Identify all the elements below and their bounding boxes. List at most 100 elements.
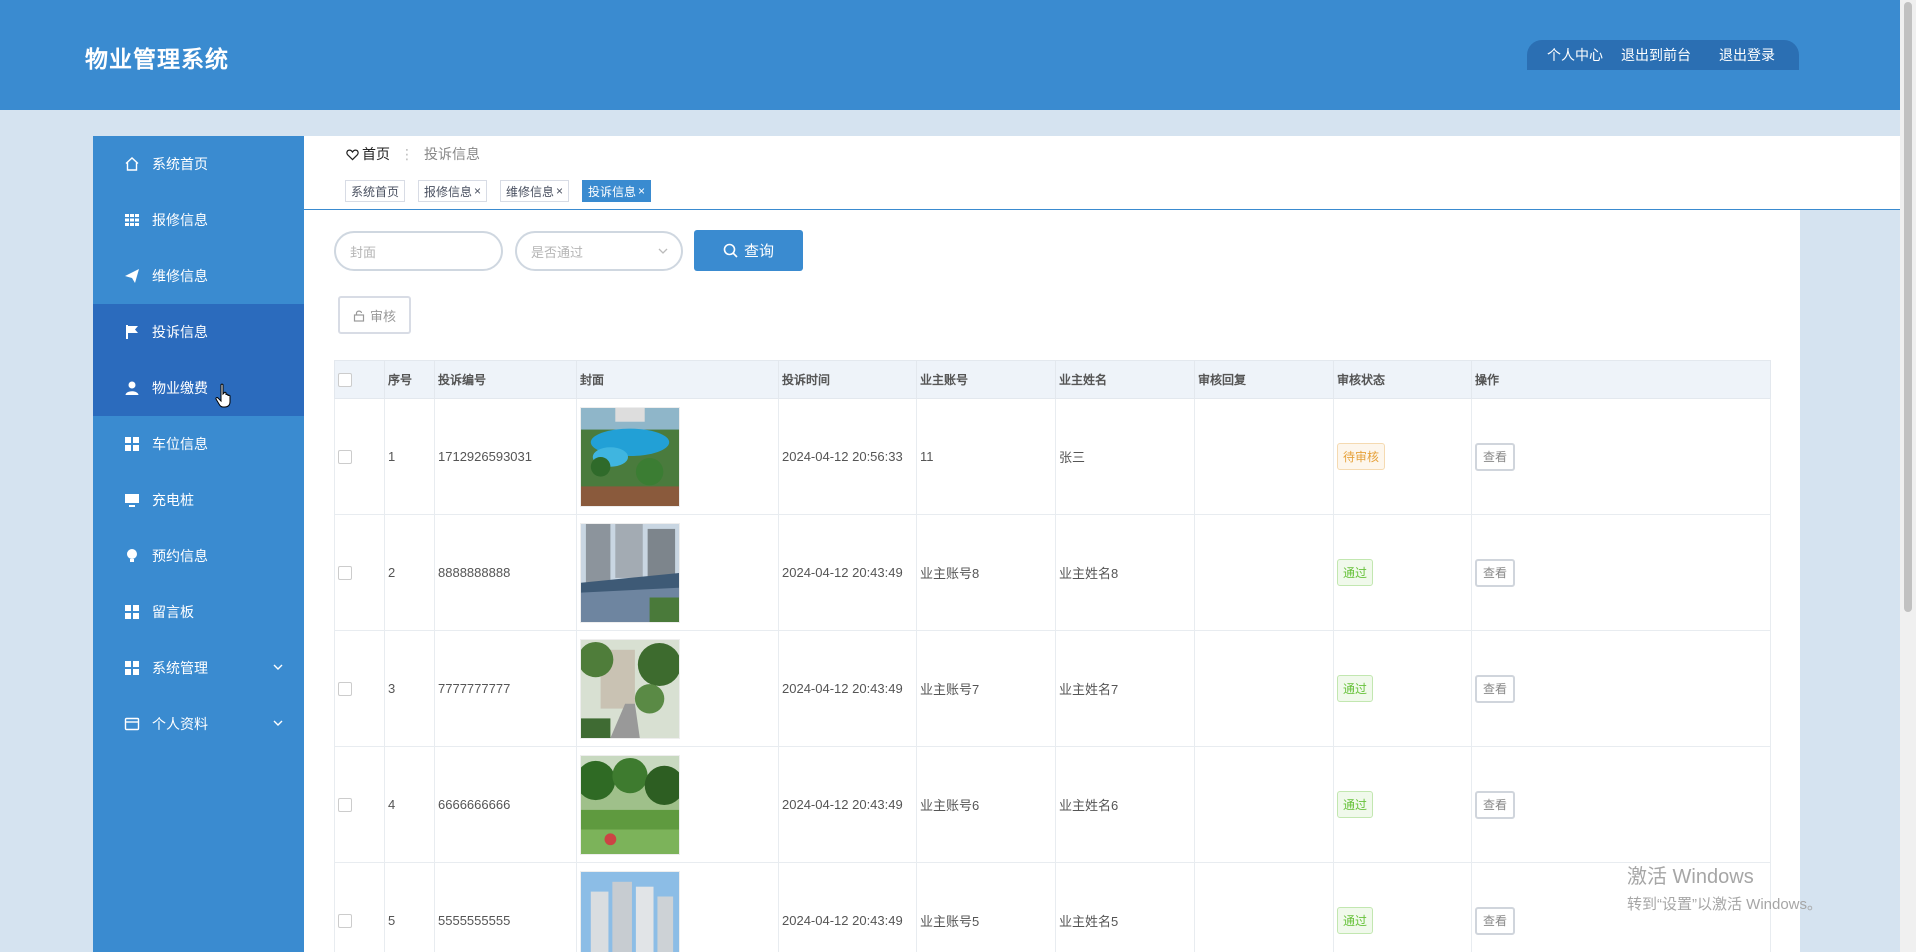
sidebar-item-label: 物业缴费	[152, 380, 208, 396]
account-cell: 业主账号8	[916, 514, 1056, 631]
reply-cell	[1194, 514, 1334, 631]
cover-image[interactable]	[580, 406, 680, 507]
close-icon[interactable]: ×	[556, 184, 563, 198]
row-checkbox[interactable]	[338, 682, 352, 697]
view-button[interactable]: 查看	[1475, 442, 1515, 471]
sidebar-item-complaint[interactable]: 投诉信息	[93, 304, 304, 360]
cover-cell	[576, 398, 779, 515]
tab-complaint[interactable]: 投诉信息 ×	[582, 180, 652, 202]
checkbox-cell	[334, 514, 385, 631]
row-checkbox[interactable]	[338, 798, 352, 813]
audit-button[interactable]: 审核	[338, 296, 411, 334]
sidebar-item-label: 系统管理	[152, 660, 208, 676]
view-button[interactable]: 查看	[1475, 558, 1515, 587]
column-header: 投诉时间	[778, 360, 917, 399]
name-cell: 业主姓名7	[1055, 630, 1195, 747]
tags-bar: 系统首页 报修信息 × 维修信息 × 投诉信息 ×	[304, 180, 1900, 210]
breadcrumb-home[interactable]: 首页	[346, 144, 390, 164]
card-icon	[124, 716, 140, 732]
sidebar-item-repair[interactable]: 报修信息	[93, 192, 304, 248]
cover-image[interactable]	[580, 522, 680, 623]
sidebar-item-profile[interactable]: 个人资料	[93, 696, 304, 752]
account-cell: 业主账号6	[916, 746, 1056, 863]
name-cell: 业主姓名5	[1055, 862, 1195, 952]
cover-image[interactable]	[580, 870, 680, 952]
sidebar-item-maintenance[interactable]: 维修信息	[93, 248, 304, 304]
row-checkbox[interactable]	[338, 566, 352, 581]
page-scrollbar[interactable]	[1900, 0, 1916, 952]
status-cell: 待审核	[1333, 398, 1472, 515]
tab-maintenance[interactable]: 维修信息 ×	[500, 180, 570, 202]
sidebar-item-property-fee[interactable]: 物业缴费	[93, 360, 304, 416]
search-button-label: 查询	[743, 243, 774, 260]
tab-repair[interactable]: 报修信息 ×	[418, 180, 488, 202]
index-cell: 3	[384, 630, 435, 747]
sidebar-item-label: 留言板	[152, 604, 194, 620]
sidebar-item-booking[interactable]: 预约信息	[93, 528, 304, 584]
action-cell: 查看	[1471, 398, 1771, 515]
table-row: 1 1712926593031 2024-04-12 20:56:33 11 张…	[334, 398, 1771, 515]
column-header: 业主姓名	[1055, 360, 1195, 399]
code-cell: 8888888888	[434, 514, 577, 631]
column-header: 操作	[1471, 360, 1771, 399]
right-gutter	[1800, 210, 1900, 952]
account-cell: 11	[916, 398, 1056, 515]
bulb-icon	[124, 548, 140, 564]
column-header: 序号	[384, 360, 435, 399]
send-icon	[124, 268, 140, 284]
cover-image[interactable]	[580, 638, 680, 739]
row-checkbox[interactable]	[338, 450, 352, 465]
action-cell: 查看	[1471, 746, 1771, 863]
account-cell: 业主账号7	[916, 630, 1056, 747]
status-cell: 通过	[1333, 862, 1472, 952]
row-checkbox[interactable]	[338, 914, 352, 929]
breadcrumb-separator: ⋮	[400, 145, 414, 162]
account-cell: 业主账号5	[916, 862, 1056, 952]
tab-label: 维修信息	[506, 184, 555, 199]
apps-icon	[124, 660, 140, 676]
exit-to-frontend-link[interactable]: 退出到前台	[1621, 45, 1691, 65]
table-row: 5 5555555555 2024-04-12 20:43:49 业主账号5 业…	[334, 862, 1771, 952]
view-button[interactable]: 查看	[1475, 674, 1515, 703]
sidebar-item-message-board[interactable]: 留言板	[93, 584, 304, 640]
logout-link[interactable]: 退出登录	[1719, 45, 1775, 65]
watermark-line1: 激活 Windows	[1627, 866, 1754, 888]
search-button[interactable]: 查询	[694, 230, 803, 271]
time-cell: 2024-04-12 20:43:49	[778, 862, 917, 952]
sidebar-item-parking[interactable]: 车位信息	[93, 416, 304, 472]
view-button[interactable]: 查看	[1475, 906, 1515, 935]
close-icon[interactable]: ×	[474, 184, 481, 198]
select-all-checkbox[interactable]	[338, 372, 352, 387]
view-button[interactable]: 查看	[1475, 790, 1515, 819]
scrollbar-thumb[interactable]	[1904, 2, 1912, 612]
sidebar-item-system[interactable]: 系统管理	[93, 640, 304, 696]
sidebar-item-label: 充电桩	[152, 492, 194, 508]
tab-label: 投诉信息	[588, 184, 637, 199]
header-actions: 个人中心 退出到前台 退出登录	[1527, 40, 1799, 70]
sidebar-item-home[interactable]: 系统首页	[93, 136, 304, 192]
column-header: 审核回复	[1194, 360, 1334, 399]
tab-home[interactable]: 系统首页	[345, 180, 406, 202]
column-header: 投诉编号	[434, 360, 577, 399]
checkbox-cell	[334, 862, 385, 952]
table-row: 2 8888888888 2024-04-12 20:43:49 业主账号8 业…	[334, 514, 1771, 631]
user-icon	[124, 380, 140, 396]
passed-select[interactable]: 是否通过	[515, 231, 683, 271]
sidebar-item-label: 投诉信息	[152, 324, 208, 340]
column-header: 审核状态	[1333, 360, 1472, 399]
apps-icon	[124, 604, 140, 620]
breadcrumb-current: 投诉信息	[424, 146, 480, 162]
action-cell: 查看	[1471, 630, 1771, 747]
cover-image[interactable]	[580, 754, 680, 855]
grid-icon	[124, 212, 140, 228]
personal-center-link[interactable]: 个人中心	[1547, 45, 1603, 65]
time-cell: 2024-04-12 20:56:33	[778, 398, 917, 515]
status-badge: 通过	[1337, 675, 1374, 702]
cover-placeholder: 封面	[350, 244, 377, 260]
code-cell: 5555555555	[434, 862, 577, 952]
table-row: 3 7777777777 2024-04-12 20:43:49 业主账号7 业…	[334, 630, 1771, 747]
sidebar-item-charging[interactable]: 充电桩	[93, 472, 304, 528]
cover-search-input[interactable]: 封面	[334, 231, 503, 271]
close-icon[interactable]: ×	[638, 184, 645, 198]
breadcrumb: 首页 ⋮ 投诉信息	[346, 144, 480, 164]
